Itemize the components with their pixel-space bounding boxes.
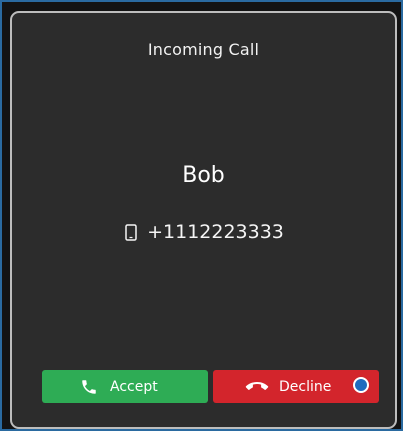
mobile-phone-icon xyxy=(123,223,139,241)
hang-up-icon xyxy=(245,380,269,394)
accept-label: Accept xyxy=(110,378,158,395)
accept-button[interactable]: Accept xyxy=(42,370,208,403)
caller-name: Bob xyxy=(182,163,225,188)
phone-number-row: +1112223333 xyxy=(12,221,395,243)
incoming-call-dialog: Incoming Call Bob +1112223333 Accept Dec… xyxy=(10,11,397,429)
screen-frame: Incoming Call Bob +1112223333 Accept Dec… xyxy=(0,0,403,431)
dialog-title: Incoming Call xyxy=(147,40,260,59)
decline-button[interactable]: Decline xyxy=(213,370,379,403)
phone-icon xyxy=(80,378,98,396)
phone-number: +1112223333 xyxy=(147,221,284,243)
decline-label: Decline xyxy=(279,378,332,395)
radio-toggle[interactable] xyxy=(353,377,369,393)
